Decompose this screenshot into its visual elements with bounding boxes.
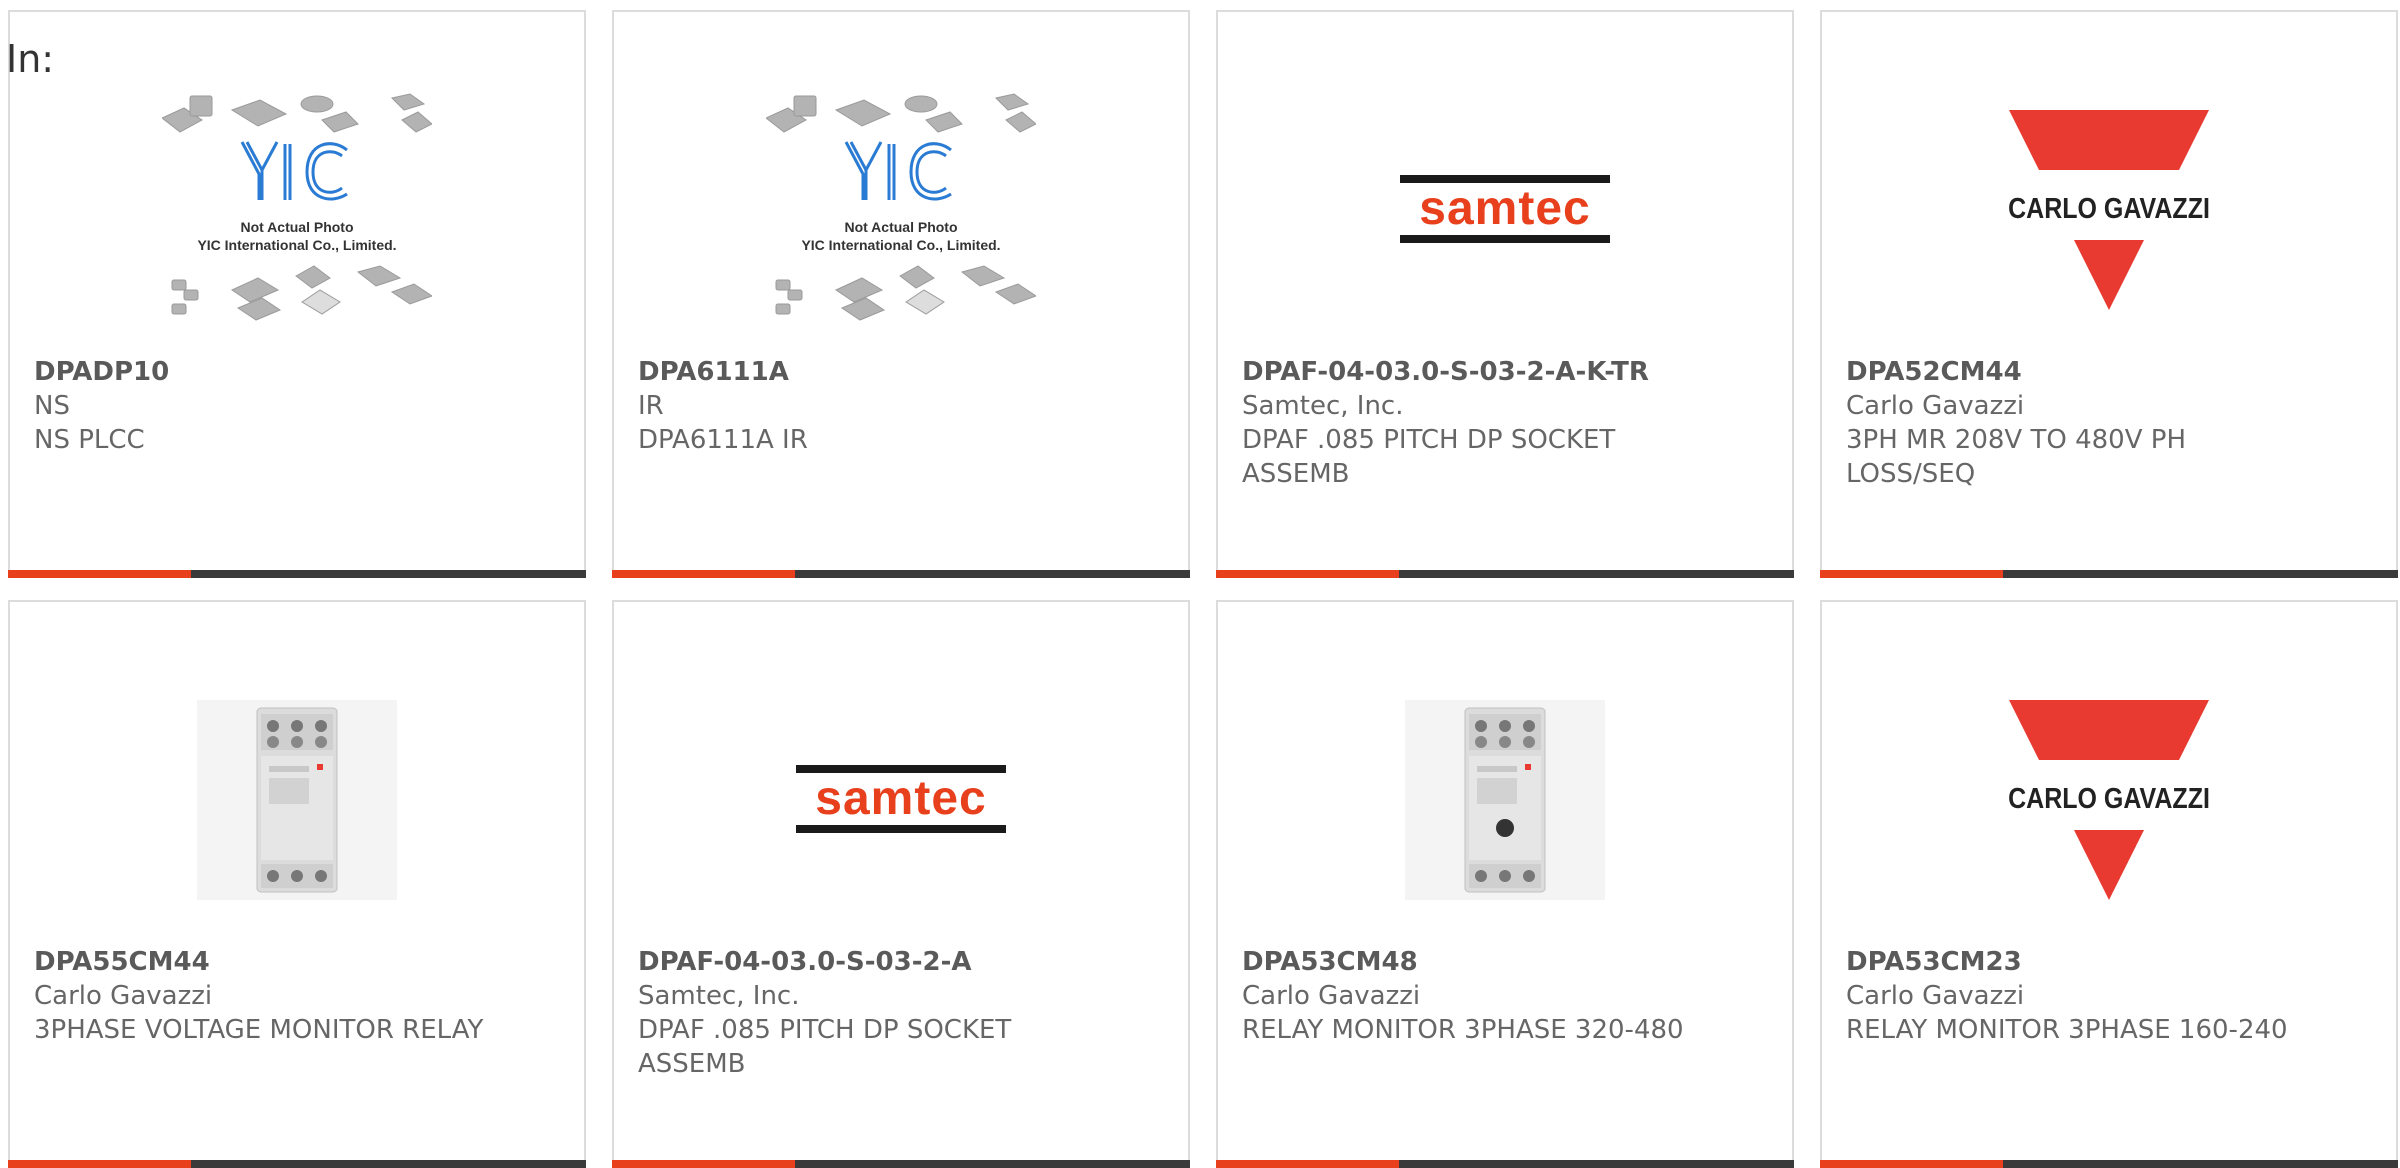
description: RELAY MONITOR 3PHASE 160-240 [1846, 1015, 2288, 1045]
product-info: DPAF-04-03.0-S-03-2-A-K-TR Samtec, Inc. … [1242, 355, 1702, 491]
product-info: DPA52CM44 Carlo Gavazzi 3PH MR 208V TO 4… [1846, 355, 2306, 491]
card-accent-bar [612, 570, 795, 578]
yic-company-text: YIC International Co., Limited. [801, 237, 1000, 253]
product-image[interactable]: Not Actual Photo YIC International Co., … [10, 60, 584, 360]
part-number[interactable]: DPAF-04-03.0-S-03-2-A [638, 945, 1098, 979]
part-number[interactable]: DPA52CM44 [1846, 355, 2306, 389]
description: 3PHASE VOLTAGE MONITOR RELAY [34, 1015, 484, 1045]
product-card[interactable]: CARLO GAVAZZI DPA53CM23 Carlo Gavazzi RE… [1820, 600, 2398, 1168]
product-info: DPA6111A IR DPA6111A IR [638, 355, 1098, 457]
svg-text:CARLO GAVAZZI: CARLO GAVAZZI [2009, 782, 2209, 814]
samtec-logo: samtec [1400, 175, 1610, 243]
svg-text:CARLO GAVAZZI: CARLO GAVAZZI [2009, 192, 2209, 224]
manufacturer: Samtec, Inc. [1242, 391, 1404, 421]
yic-company-text: YIC International Co., Limited. [197, 237, 396, 253]
product-card[interactable]: DPA55CM44 Carlo Gavazzi 3PHASE VOLTAGE M… [8, 600, 586, 1168]
samtec-logo: samtec [796, 765, 1006, 833]
manufacturer: Carlo Gavazzi [1846, 391, 2025, 421]
card-bottom-bar [1820, 570, 2398, 578]
product-image[interactable] [10, 650, 584, 950]
carlo-gavazzi-logo: CARLO GAVAZZI [2009, 700, 2209, 900]
product-card[interactable]: samtec DPAF-04-03.0-S-03-2-A Samtec, Inc… [612, 600, 1190, 1168]
card-bottom-bar [612, 570, 1190, 578]
description: DPAF .085 PITCH DP SOCKET ASSEMB [638, 1015, 1012, 1079]
description: DPAF .085 PITCH DP SOCKET ASSEMB [1242, 425, 1616, 489]
part-number[interactable]: DPA55CM44 [34, 945, 494, 979]
product-info: DPA55CM44 Carlo Gavazzi 3PHASE VOLTAGE M… [34, 945, 494, 1047]
product-image[interactable]: Not Actual Photo YIC International Co., … [614, 60, 1188, 360]
not-actual-photo-text: Not Actual Photo [240, 219, 353, 235]
product-info: DPA53CM48 Carlo Gavazzi RELAY MONITOR 3P… [1242, 945, 1702, 1047]
part-number[interactable]: DPA53CM23 [1846, 945, 2306, 979]
relay-module-image [197, 700, 397, 900]
product-info: DPA53CM23 Carlo Gavazzi RELAY MONITOR 3P… [1846, 945, 2306, 1047]
card-accent-bar [1216, 570, 1399, 578]
filter-label: In: [6, 37, 55, 81]
manufacturer: IR [638, 391, 664, 421]
svg-text:samtec: samtec [815, 772, 986, 825]
not-actual-photo-image: Not Actual Photo YIC International Co., … [162, 93, 432, 321]
svg-text:samtec: samtec [1419, 182, 1590, 235]
part-number[interactable]: DPA6111A [638, 355, 1098, 389]
description: DPA6111A IR [638, 425, 808, 455]
carlo-gavazzi-logo: CARLO GAVAZZI [2009, 110, 2209, 310]
card-accent-bar [8, 570, 191, 578]
manufacturer: Carlo Gavazzi [34, 981, 213, 1011]
product-image[interactable]: CARLO GAVAZZI [1822, 650, 2396, 950]
not-actual-photo-text: Not Actual Photo [844, 219, 957, 235]
product-info: DPADP10 NS NS PLCC [34, 355, 494, 457]
not-actual-photo-image: Not Actual Photo YIC International Co., … [766, 93, 1036, 321]
manufacturer: Samtec, Inc. [638, 981, 800, 1011]
product-card[interactable]: Not Actual Photo YIC International Co., … [8, 10, 586, 578]
product-card[interactable]: DPA53CM48 Carlo Gavazzi RELAY MONITOR 3P… [1216, 600, 1794, 1168]
description: 3PH MR 208V TO 480V PH LOSS/SEQ [1846, 425, 2186, 489]
manufacturer: Carlo Gavazzi [1846, 981, 2025, 1011]
card-accent-bar [1820, 570, 2003, 578]
part-number[interactable]: DPA53CM48 [1242, 945, 1702, 979]
product-card[interactable]: Not Actual Photo YIC International Co., … [612, 10, 1190, 578]
product-card[interactable]: samtec DPAF-04-03.0-S-03-2-A-K-TR Samtec… [1216, 10, 1794, 578]
product-image[interactable]: samtec [614, 650, 1188, 950]
manufacturer: Carlo Gavazzi [1242, 981, 1421, 1011]
product-card[interactable]: CARLO GAVAZZI DPA52CM44 Carlo Gavazzi 3P… [1820, 10, 2398, 578]
part-number[interactable]: DPAF-04-03.0-S-03-2-A-K-TR [1242, 355, 1702, 389]
product-image[interactable]: CARLO GAVAZZI [1822, 60, 2396, 360]
description: NS PLCC [34, 425, 145, 455]
card-bottom-bar [1216, 570, 1794, 578]
product-image[interactable]: samtec [1218, 60, 1792, 360]
part-number[interactable]: DPADP10 [34, 355, 494, 389]
relay-module-image [1405, 700, 1605, 900]
manufacturer: NS [34, 391, 70, 421]
card-bottom-bar [8, 570, 586, 578]
description: RELAY MONITOR 3PHASE 320-480 [1242, 1015, 1684, 1045]
product-info: DPAF-04-03.0-S-03-2-A Samtec, Inc. DPAF … [638, 945, 1098, 1081]
product-image[interactable] [1218, 650, 1792, 950]
